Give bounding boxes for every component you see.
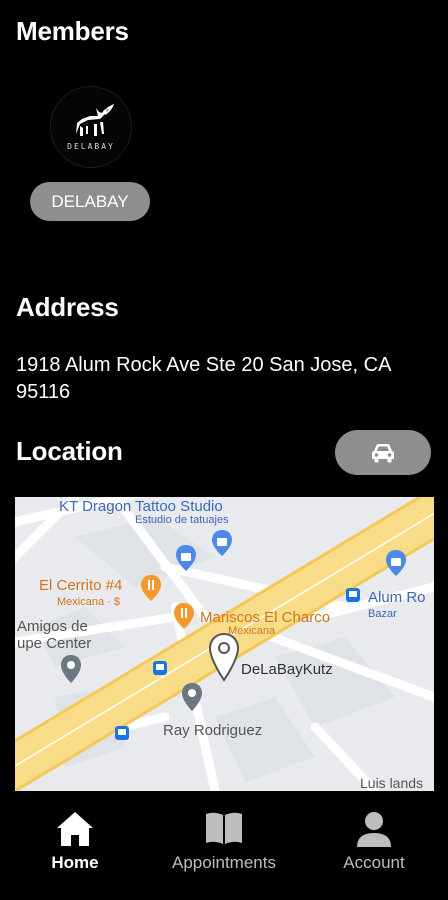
directions-button[interactable] [335,430,431,475]
person-icon [357,812,391,847]
member-name-chip[interactable]: DELABAY [30,182,150,221]
transit-icon [346,588,360,602]
location-map[interactable]: KT Dragon Tattoo Studio Estudio de tatua… [15,497,434,791]
shopping-bag-icon [212,530,232,556]
nav-appointments[interactable]: Appointments [154,795,294,895]
members-title: Members [16,16,129,46]
car-icon [372,443,394,462]
bottom-navigation: Home Appointments Account [0,795,448,900]
map-place-label: El Cerrito #4 [39,577,123,594]
nav-home[interactable]: Home [25,795,125,895]
nav-appointments-label: Appointments [172,853,276,872]
member-logo-text: DELABAY [67,142,115,151]
map-place-label: Amigos de [17,618,88,635]
map-place-sublabel: Bazar [368,608,397,620]
place-pin-icon [182,683,202,711]
nav-home-label: Home [51,853,99,872]
map-place-label: Ray Rodriguez [163,722,263,739]
place-pin-icon [61,655,81,683]
address-text: 1918 Alum Rock Ave Ste 20 San Jose, CA 9… [16,354,391,403]
home-icon [57,812,93,846]
map-place-sublabel: Estudio de tatuajes [135,514,229,526]
map-place-label: KT Dragon Tattoo Studio [59,498,223,515]
map-place-label: Alum Ro [368,589,426,606]
book-icon [206,812,242,844]
location-title: Location [16,436,123,466]
nav-account-label: Account [343,853,405,872]
goat-logo-icon [76,103,115,136]
map-place-label: Mariscos El Charco [200,609,331,626]
map-business-label: DeLaBayKutz [241,661,333,678]
member-avatar[interactable]: DELABAY [50,86,132,168]
address-title: Address [16,292,119,322]
transit-icon [153,661,167,675]
location-marker-icon [208,632,240,682]
shopping-bag-icon [386,550,406,576]
map-place-sublabel: Mexicana · $ [57,596,120,608]
restaurant-icon [141,575,161,601]
map-place-label: upe Center [17,635,92,652]
restaurant-icon [174,603,194,629]
shopping-bag-icon [176,545,196,571]
transit-icon [115,726,129,740]
map-place-label: Luis lands [360,775,424,791]
map-place-sublabel: Mexicana [228,625,276,637]
nav-account[interactable]: Account [324,795,424,895]
